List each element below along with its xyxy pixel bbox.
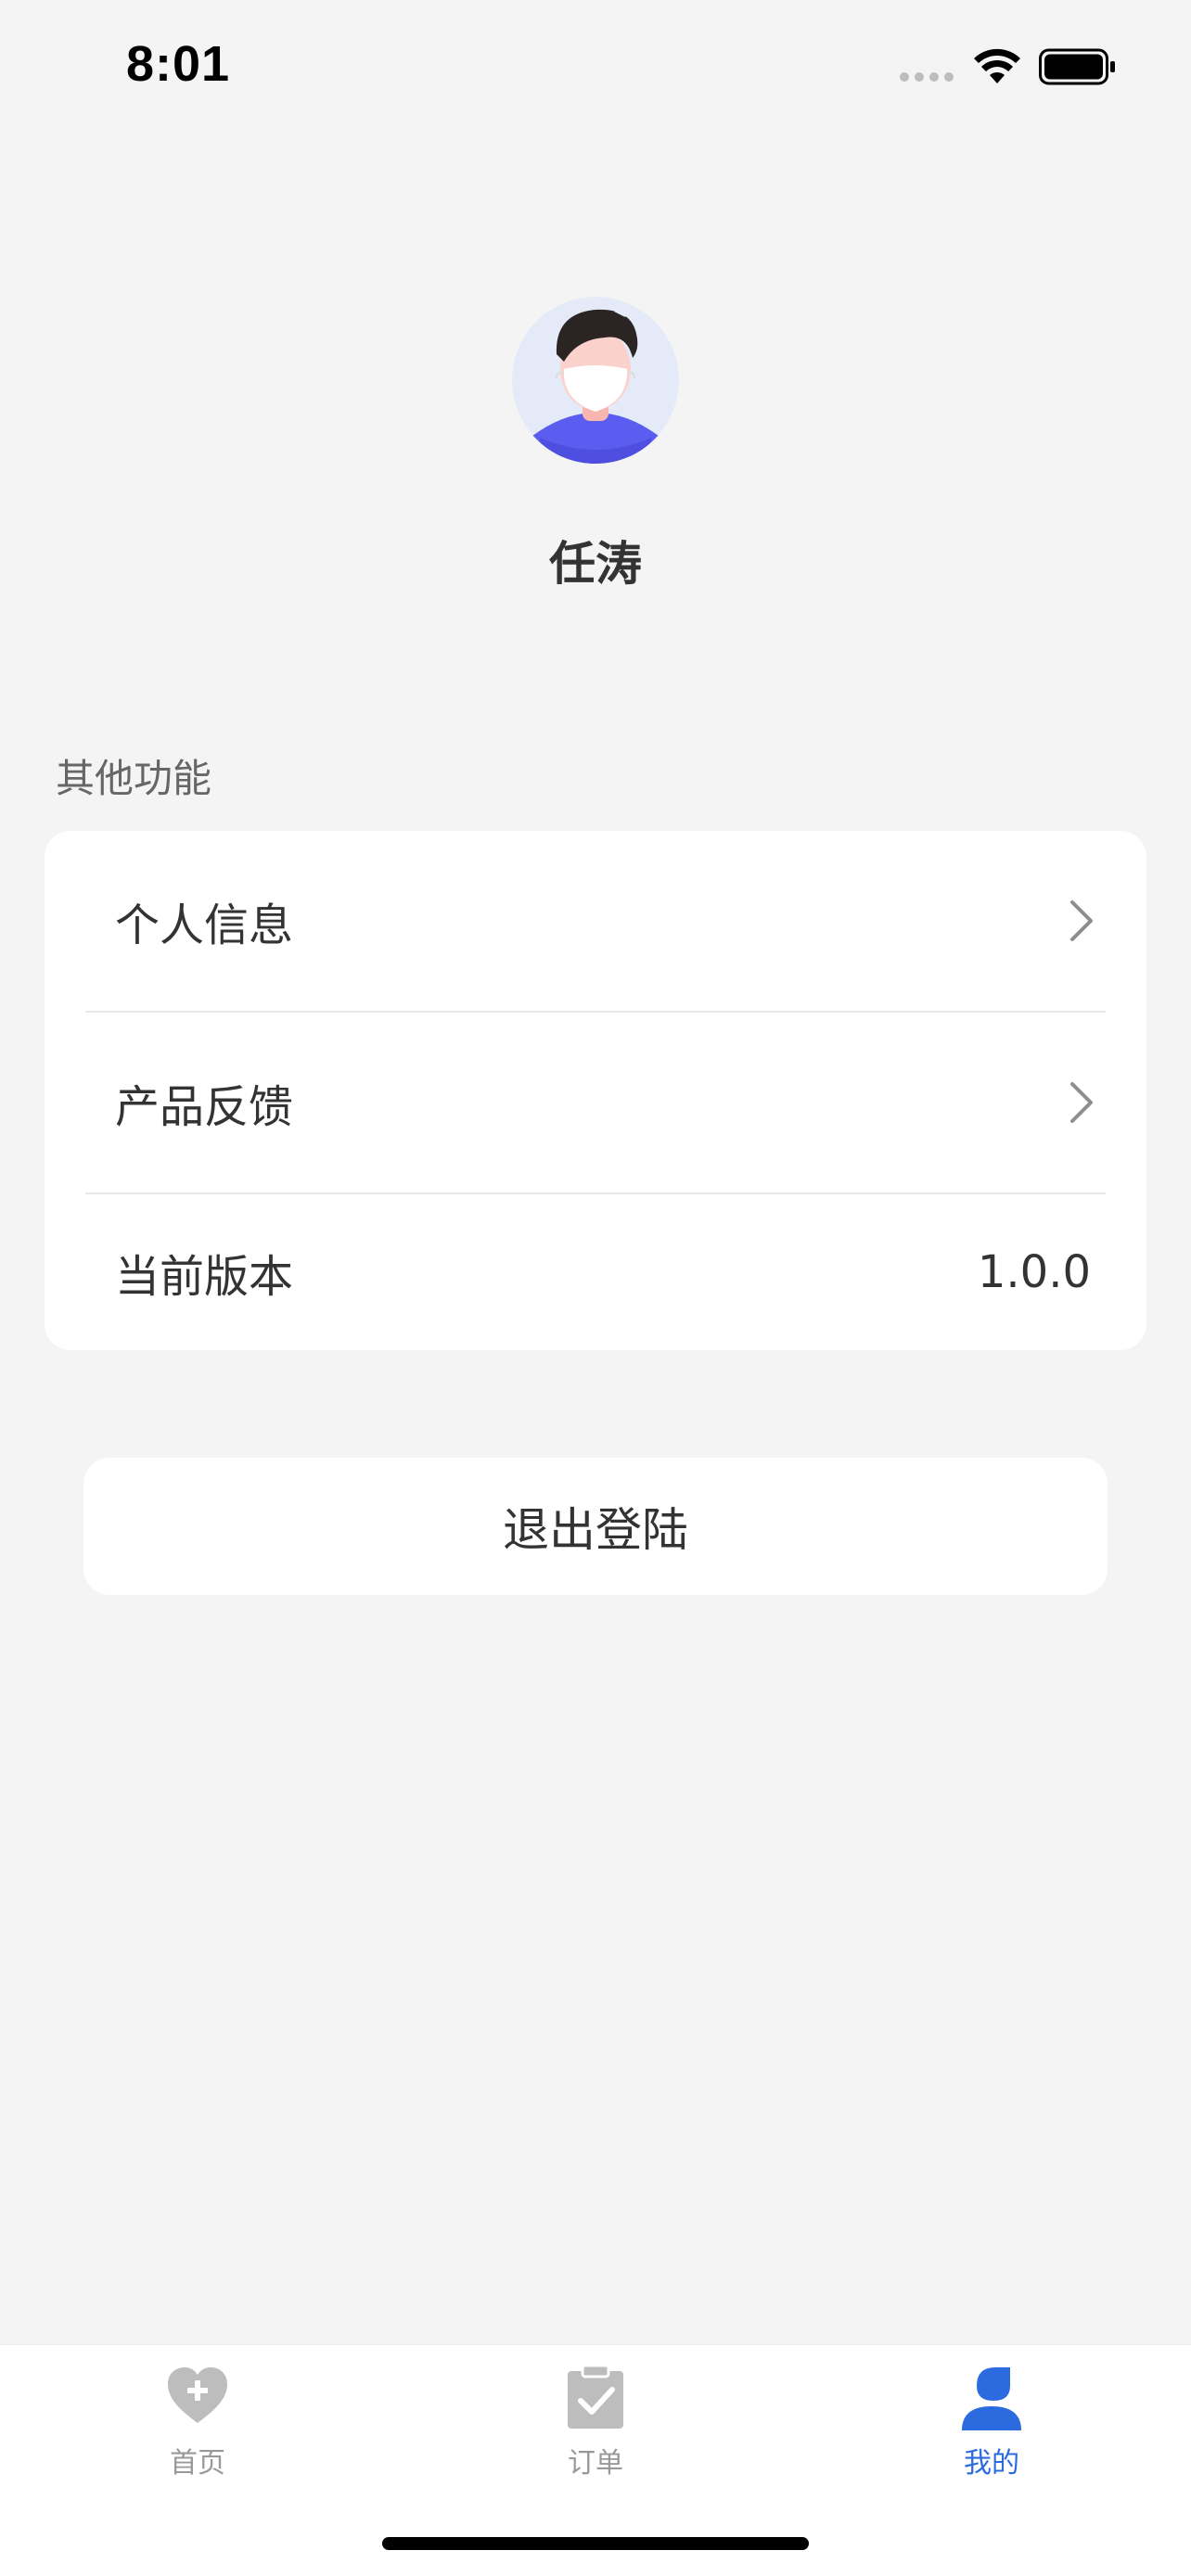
screen: 8:01 任涛 其他功能 个人信息 产品反馈 当前版本 1.0.0 退出登陆 首… [0, 0, 1191, 2576]
tab-label: 我的 [964, 2447, 1019, 2480]
menu-item-label: 产品反馈 [115, 1081, 294, 1133]
logout-button[interactable]: 退出登陆 [83, 1458, 1108, 1595]
avatar-image [512, 297, 679, 464]
chevron-right-icon [1070, 1082, 1093, 1123]
avatar[interactable] [512, 297, 679, 464]
clipboard-check-icon [568, 2364, 623, 2429]
battery-icon [1039, 48, 1115, 85]
heart-plus-icon [168, 2367, 227, 2423]
chevron-right-icon [1070, 900, 1093, 941]
menu-item-label: 当前版本 [115, 1251, 294, 1303]
menu-item-version: 当前版本 1.0.0 [45, 1194, 1146, 1350]
user-name: 任涛 [549, 537, 642, 591]
home-indicator [382, 2537, 809, 2550]
tab-label: 订单 [568, 2447, 623, 2480]
menu-item-label: 个人信息 [115, 899, 294, 951]
wifi-icon [974, 48, 1020, 83]
status-bar: 8:01 [0, 0, 1191, 130]
menu-item-personal-info[interactable]: 个人信息 [45, 831, 1146, 1011]
menu-card: 个人信息 产品反馈 当前版本 1.0.0 [45, 831, 1146, 1350]
version-value: 1.0.0 [977, 1246, 1091, 1298]
section-title: 其他功能 [56, 756, 212, 801]
menu-item-feedback[interactable]: 产品反馈 [45, 1013, 1146, 1192]
person-icon [962, 2367, 1021, 2430]
tab-mine[interactable]: 我的 [899, 2364, 1084, 2503]
status-time: 8:01 [126, 36, 231, 92]
signal-icon [900, 72, 954, 82]
tab-orders[interactable]: 订单 [503, 2364, 688, 2503]
tab-label: 首页 [170, 2447, 225, 2480]
tab-home[interactable]: 首页 [105, 2364, 290, 2503]
